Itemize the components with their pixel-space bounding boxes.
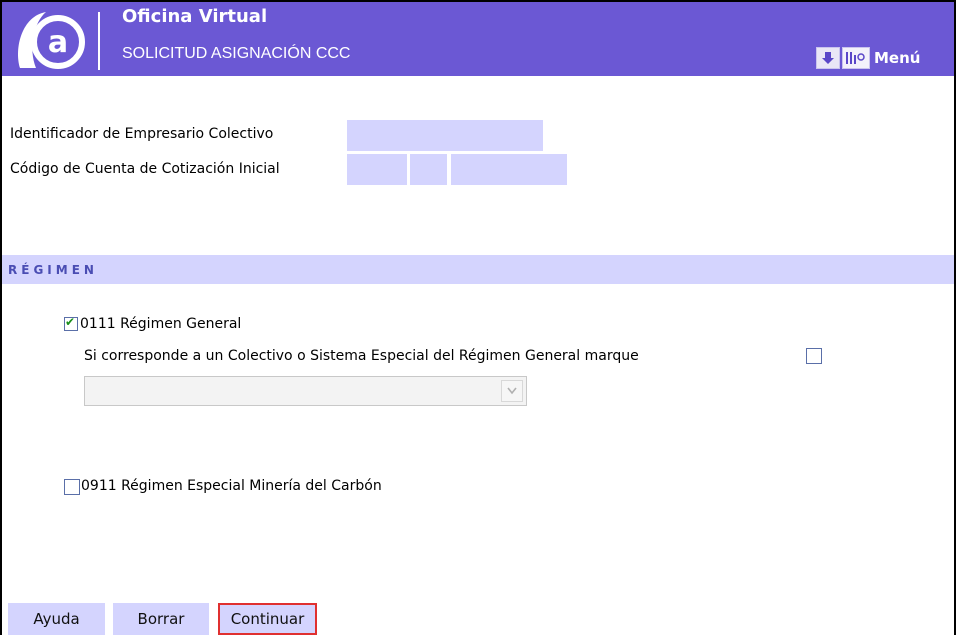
regimen-general-checkbox[interactable]	[64, 315, 78, 331]
arrow-down-icon	[816, 47, 840, 69]
menu-label: Menú	[874, 49, 921, 67]
empresario-field[interactable]	[347, 120, 543, 151]
ayuda-button[interactable]: Ayuda	[8, 603, 105, 635]
section-header-bar	[2, 255, 954, 284]
colectivo-label: Si corresponde a un Colectivo o Sistema …	[84, 348, 639, 364]
codigo-label: Código de Cuenta de Cotización Inicial	[10, 161, 280, 177]
app-title: Oficina Virtual	[122, 6, 268, 27]
menu-icon	[842, 47, 870, 69]
empresario-label: Identificador de Empresario Colectivo	[10, 126, 274, 142]
codigo-field-1[interactable]	[347, 154, 407, 185]
svg-text:a: a	[48, 25, 68, 60]
regimen-general-label: 0111 Régimen General	[80, 316, 242, 332]
mineria-label: 0911 Régimen Especial Minería del Carbón	[81, 478, 382, 494]
chevron-down-icon	[501, 380, 523, 402]
section-title: RÉGIMEN	[8, 263, 98, 277]
codigo-field-3[interactable]	[451, 154, 567, 185]
menu-button[interactable]: Menú	[816, 46, 920, 70]
logo-divider	[98, 12, 100, 70]
codigo-field-2[interactable]	[410, 154, 447, 185]
colectivo-checkbox[interactable]	[806, 348, 822, 364]
continuar-button[interactable]: Continuar	[218, 603, 317, 635]
page-subtitle: SOLICITUD ASIGNACIÓN CCC	[122, 45, 351, 62]
colectivo-select[interactable]	[84, 376, 527, 406]
seguridad-social-logo: a	[12, 8, 90, 74]
borrar-button[interactable]: Borrar	[113, 603, 209, 635]
header-bar: a Oficina Virtual SOLICITUD ASIGNACIÓN C…	[2, 2, 954, 76]
mineria-checkbox[interactable]	[64, 479, 80, 495]
